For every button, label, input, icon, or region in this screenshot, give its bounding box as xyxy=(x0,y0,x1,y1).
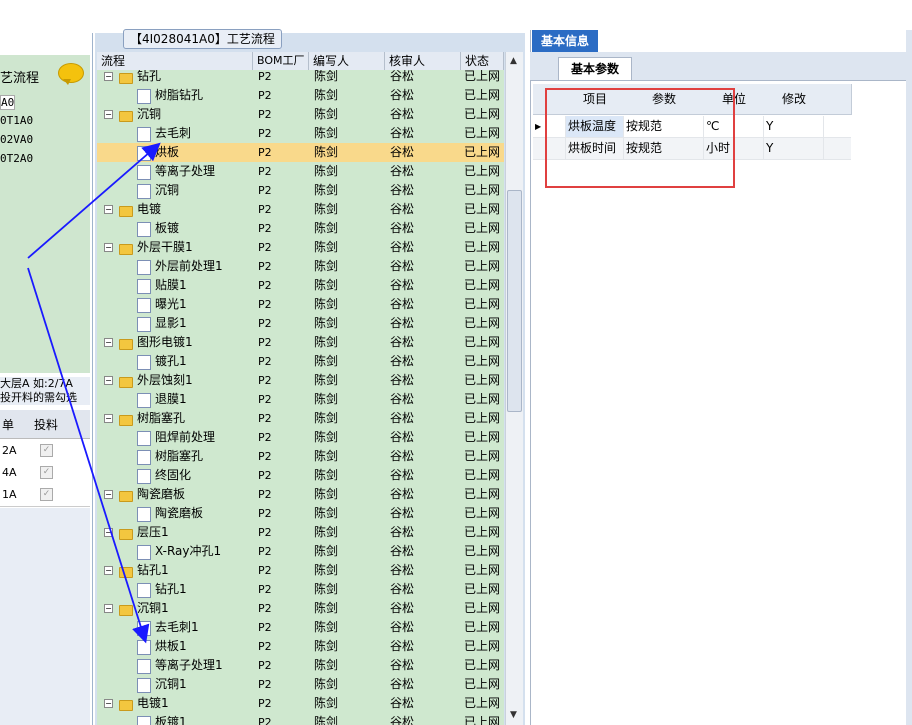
arrow-to-bake-board-1 xyxy=(27,267,150,644)
arrow-to-bake-board xyxy=(27,142,161,259)
annotation-arrows xyxy=(27,142,161,644)
